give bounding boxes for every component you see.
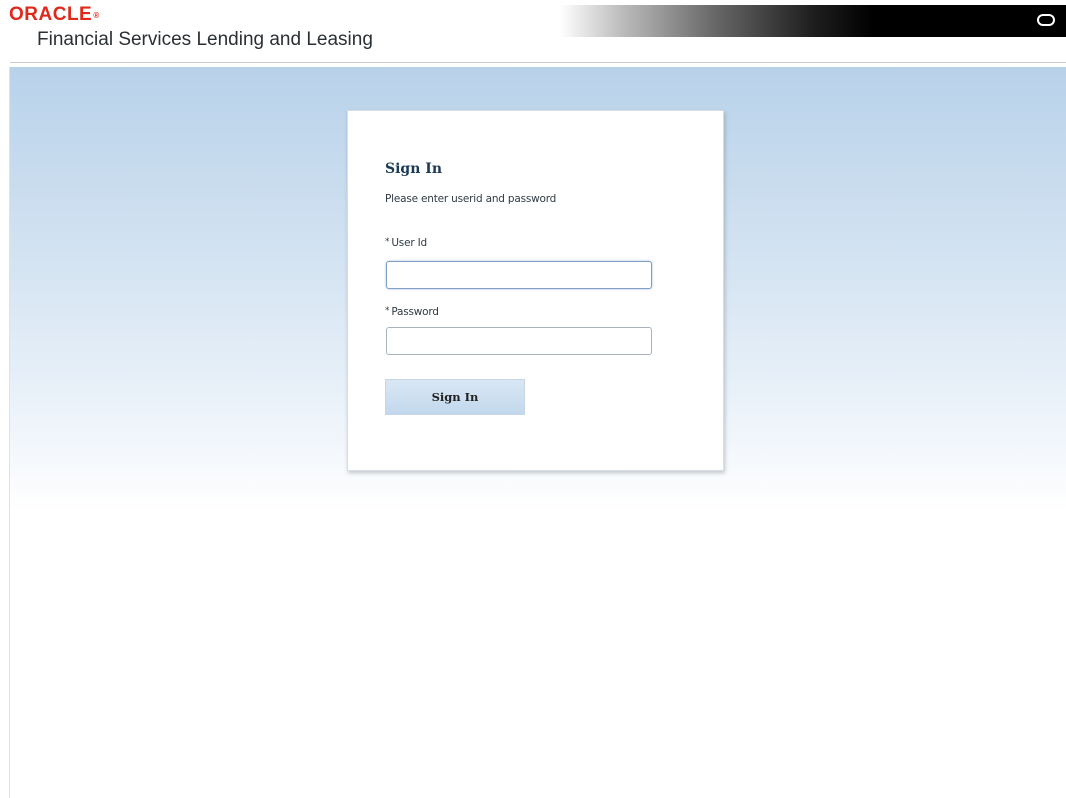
userid-label: * User Id xyxy=(385,237,427,249)
signin-panel: Sign In Please enter userid and password… xyxy=(347,110,724,471)
oracle-logo-text: ORACLE xyxy=(9,4,93,25)
userid-label-text: User Id xyxy=(391,237,427,249)
app-header: ORACLE® Financial Services Lending and L… xyxy=(0,0,1066,62)
login-page: ORACLE® Financial Services Lending and L… xyxy=(0,0,1066,798)
required-marker: * xyxy=(385,237,390,247)
oracle-o-icon xyxy=(1037,14,1055,26)
password-label: * Password xyxy=(385,306,439,318)
header-gradient-band xyxy=(560,5,1066,37)
registered-mark: ® xyxy=(93,11,100,20)
password-input[interactable] xyxy=(386,327,652,355)
oracle-logo: ORACLE® xyxy=(9,5,100,25)
header-divider xyxy=(10,62,1066,63)
password-label-text: Password xyxy=(391,306,439,318)
signin-heading: Sign In xyxy=(385,161,442,177)
signin-instructions: Please enter userid and password xyxy=(385,193,557,205)
userid-input[interactable] xyxy=(386,261,652,289)
product-title: Financial Services Lending and Leasing xyxy=(37,29,373,50)
required-marker: * xyxy=(385,306,390,316)
signin-button[interactable]: Sign In xyxy=(385,379,525,415)
